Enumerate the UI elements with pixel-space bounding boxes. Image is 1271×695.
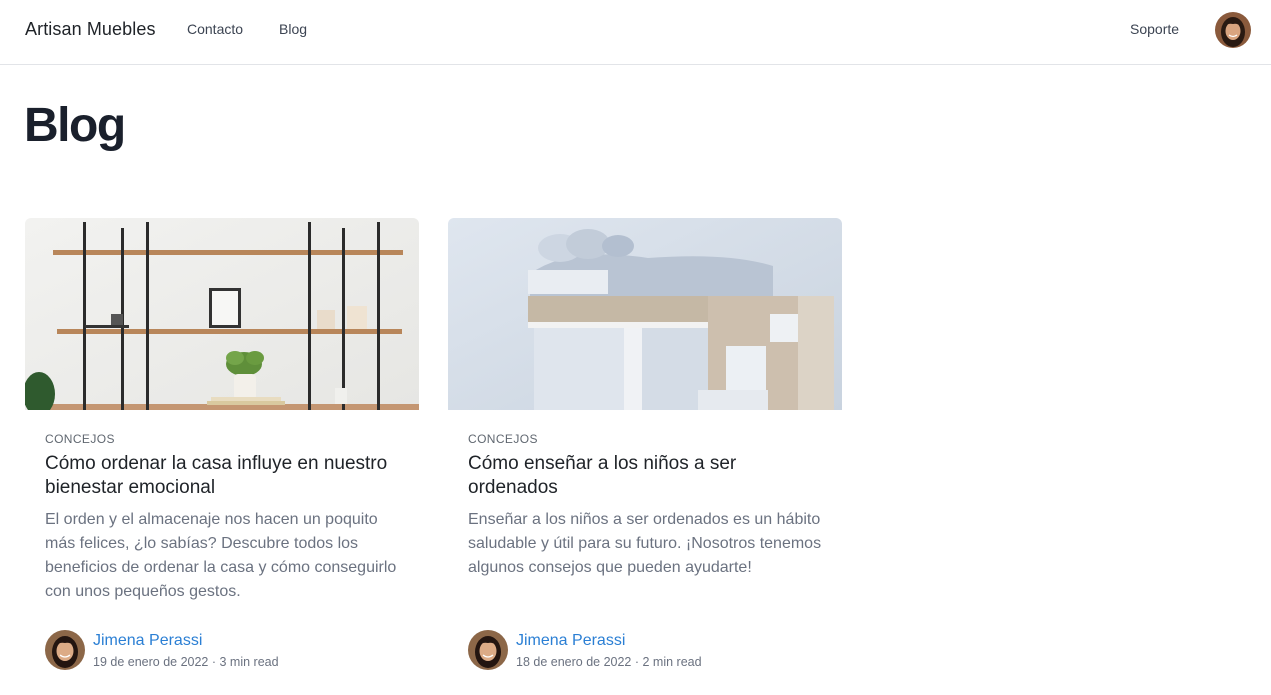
top-navigation-bar: Artisan Muebles Contacto Blog Soporte xyxy=(0,0,1271,65)
post-category: CONCEJOS xyxy=(45,432,115,446)
post-meta: 18 de enero de 2022 · 2 min read xyxy=(516,655,702,669)
post-excerpt: El orden y el almacenaje nos hacen un po… xyxy=(45,511,397,600)
author-name[interactable]: Jimena Perassi xyxy=(516,632,625,650)
post-title[interactable]: Cómo enseñar a los niños a ser ordenados xyxy=(468,452,822,500)
nav-link-blog[interactable]: Blog xyxy=(279,21,307,37)
blog-post-card[interactable]: CONCEJOS Cómo enseñar a los niños a ser … xyxy=(448,218,842,670)
blog-post-card[interactable]: CONCEJOS Cómo ordenar la casa influye en… xyxy=(25,218,419,670)
post-excerpt: Enseñar a los niños a ser ordenados es u… xyxy=(468,511,822,576)
author-avatar[interactable] xyxy=(468,630,508,670)
author-name[interactable]: Jimena Perassi xyxy=(93,632,202,650)
author-avatar[interactable] xyxy=(45,630,85,670)
user-avatar[interactable] xyxy=(1215,12,1251,48)
page-title: Blog xyxy=(24,99,126,152)
nav-link-soporte[interactable]: Soporte xyxy=(1130,21,1179,37)
post-meta: 19 de enero de 2022 · 3 min read xyxy=(93,655,279,669)
brand-logo[interactable]: Artisan Muebles xyxy=(25,19,156,40)
nav-link-contacto[interactable]: Contacto xyxy=(187,21,243,37)
post-image-loft-bed[interactable] xyxy=(448,218,842,410)
post-title[interactable]: Cómo ordenar la casa influye en nuestro … xyxy=(45,452,399,500)
post-category: CONCEJOS xyxy=(468,432,538,446)
post-image-shelving[interactable] xyxy=(25,218,419,410)
